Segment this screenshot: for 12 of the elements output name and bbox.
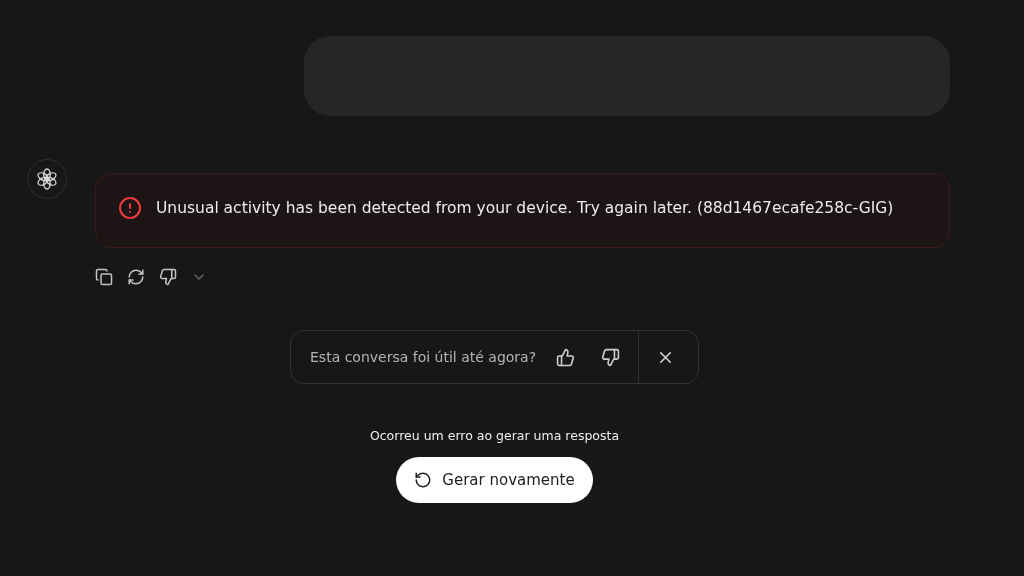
- regenerate-icon-button[interactable]: [127, 268, 145, 286]
- thumbs-down-button[interactable]: [159, 268, 177, 286]
- regenerate-button[interactable]: Gerar novamente: [396, 457, 593, 503]
- feedback-question: Esta conversa foi útil até agora?: [309, 349, 537, 365]
- thumbs-down-button[interactable]: [601, 347, 621, 367]
- copy-button[interactable]: [95, 268, 113, 286]
- knot-icon: [36, 168, 58, 190]
- rotate-icon: [414, 471, 433, 489]
- thumbs-up-button[interactable]: [556, 347, 576, 367]
- error-status: Ocorreu um erro ao gerar uma resposta: [369, 428, 620, 443]
- alert-icon: [118, 196, 142, 220]
- error-text: Unusual activity has been detected from your device. Try again later. (88d1467ecafe258c-GIG): [156, 198, 894, 219]
